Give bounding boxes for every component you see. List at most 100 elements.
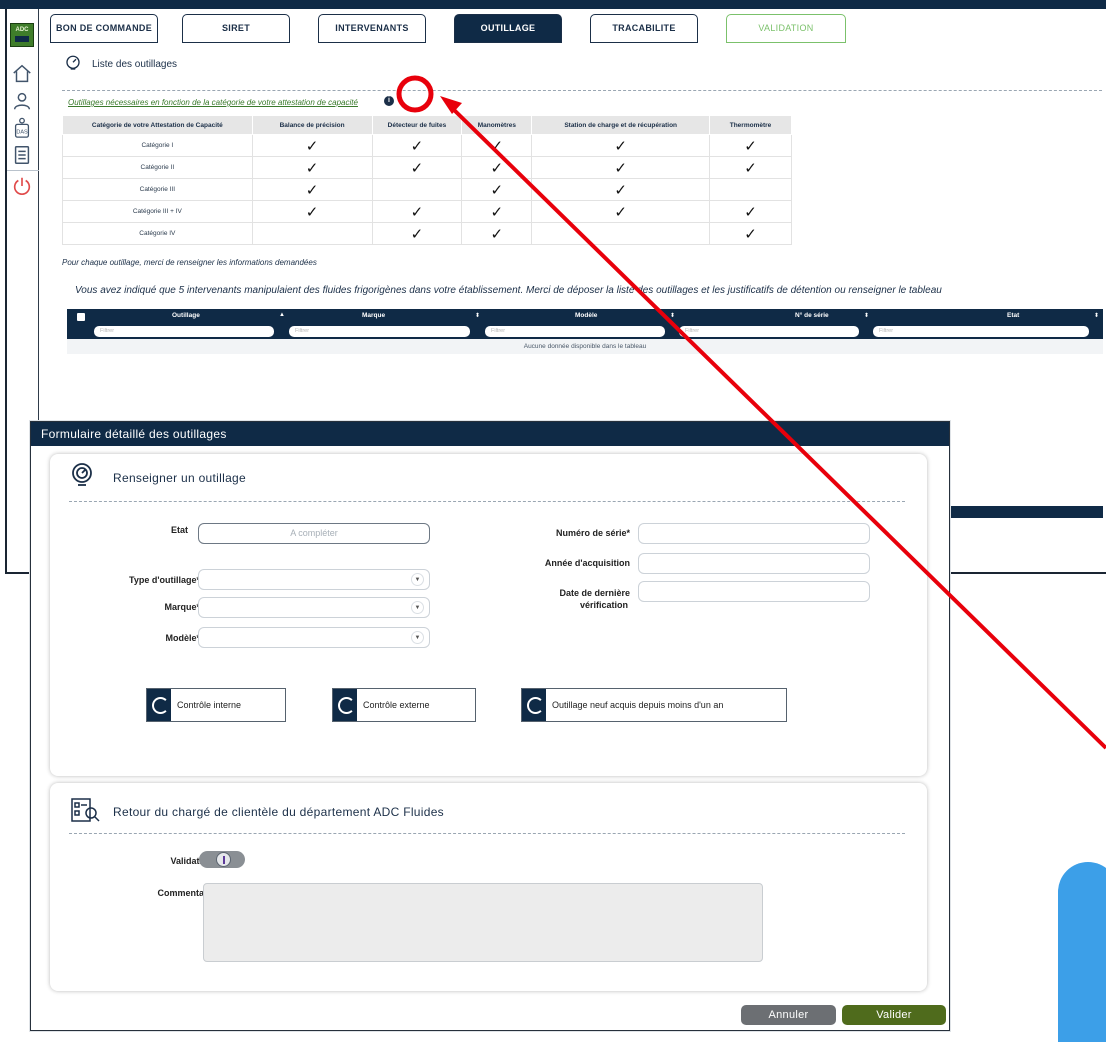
user-icon[interactable] [11, 90, 33, 112]
requirements-link[interactable]: Outillages nécessaires en fonction de la… [68, 98, 358, 107]
marque-select[interactable]: ▼ [198, 597, 430, 618]
check-icon: ✓ [709, 134, 792, 157]
checklist-search-icon [71, 798, 100, 822]
check-icon: ✓ [251, 200, 373, 223]
category-label: Catégorie III [62, 178, 253, 201]
column-header: Catégorie de votre Attestation de Capaci… [62, 115, 253, 135]
check-icon: ✓ [371, 222, 463, 245]
sort-icon[interactable]: ⬍ [670, 312, 675, 319]
check-icon: ✓ [461, 156, 533, 179]
sidebar-divider [7, 170, 39, 171]
users-bag-icon[interactable]: DAS [11, 117, 33, 139]
column-serie[interactable]: N° de série [795, 312, 829, 319]
category-row: Catégorie III ✓ ✓ ✓ [62, 178, 792, 201]
empty-cell [531, 222, 711, 245]
tab-tracabilite[interactable]: TRACABILITE [590, 14, 698, 43]
column-header: Manomètres [461, 115, 533, 135]
sort-icon[interactable]: ⬍ [1094, 312, 1099, 319]
modele-label: Modèle* [165, 633, 200, 643]
category-label: Catégorie I [62, 134, 253, 157]
column-header: Thermomètre [709, 115, 792, 135]
column-marque[interactable]: Marque [362, 312, 385, 319]
outillage-grid-header: Outillage ▲ Marque ⬍ Modèle ⬍ N° de séri… [67, 309, 1103, 339]
check-icon: ✓ [461, 222, 533, 245]
check-icon: ✓ [531, 156, 711, 179]
validation-switch[interactable] [199, 851, 245, 868]
filter-serie-input[interactable]: Filtrer [679, 326, 859, 337]
type-label: Type d'outillage* [129, 575, 200, 585]
document-icon[interactable] [11, 144, 33, 166]
check-icon: ✓ [709, 156, 792, 179]
filter-etat-input[interactable]: Filtrer [873, 326, 1089, 337]
chevron-down-icon: ▼ [411, 631, 424, 644]
category-label: Catégorie IV [62, 222, 253, 245]
chevron-down-icon: ▼ [411, 573, 424, 586]
check-icon: ✓ [709, 222, 792, 245]
column-header: Détecteur de fuites [371, 115, 463, 135]
power-icon[interactable] [11, 175, 33, 197]
marque-label: Marque* [164, 602, 200, 612]
verification-label: Date de dernière [559, 588, 630, 598]
tab-outillage[interactable]: OUTILLAGE [454, 14, 562, 43]
gauge-icon [66, 55, 80, 70]
validation-label: Validation [170, 856, 213, 866]
comment-textarea[interactable] [203, 883, 763, 962]
filter-outillage-input[interactable]: Filtrer [94, 326, 274, 337]
check-icon: ✓ [251, 178, 373, 201]
empty-cell [251, 222, 373, 245]
category-row: Catégorie IV ✓ ✓ ✓ [62, 222, 792, 245]
sort-asc-icon[interactable]: ▲ [279, 312, 285, 318]
outillage-neuf-toggle[interactable]: Outillage neuf acquis depuis moins d'un … [521, 688, 787, 722]
category-label: Catégorie III + IV [62, 200, 253, 223]
annee-input[interactable] [638, 553, 870, 574]
empty-cell [709, 178, 792, 201]
sort-icon[interactable]: ⬍ [475, 312, 480, 319]
modal-title: Formulaire détaillé des outillages [31, 422, 949, 446]
column-outillage[interactable]: Outillage [172, 312, 200, 319]
empty-table-message: Aucune donnée disponible dans le tableau [67, 339, 1103, 354]
home-icon[interactable] [11, 63, 33, 85]
category-table: Catégorie de votre Attestation de Capaci… [62, 115, 792, 245]
column-modele[interactable]: Modèle [575, 312, 597, 319]
category-label: Catégorie II [62, 156, 253, 179]
select-all-checkbox[interactable] [77, 313, 85, 321]
sort-icon[interactable]: ⬍ [864, 312, 869, 319]
tab-bon-de-commande[interactable]: BON DE COMMANDE [50, 14, 158, 43]
category-row: Catégorie I ✓ ✓ ✓ ✓ ✓ [62, 134, 792, 157]
category-row: Catégorie III + IV ✓ ✓ ✓ ✓ ✓ [62, 200, 792, 223]
check-icon: ✓ [531, 178, 711, 201]
outillage-detail-modal: Formulaire détaillé des outillages Rense… [30, 421, 950, 1031]
annee-label: Année d'acquisition [544, 558, 630, 568]
tab-validation[interactable]: VALIDATION [726, 14, 846, 43]
column-etat[interactable]: Etat [1007, 312, 1019, 319]
check-icon: ✓ [251, 134, 373, 157]
serie-input[interactable] [638, 523, 870, 544]
check-icon: ✓ [371, 200, 463, 223]
validate-button[interactable]: Valider [842, 1005, 946, 1025]
category-table-body: Catégorie I ✓ ✓ ✓ ✓ ✓ Catégorie II ✓ ✓ ✓ ✓ ✓ Catégor… [62, 134, 792, 245]
tab-intervenants[interactable]: INTERVENANTS [318, 14, 426, 43]
controle-externe-toggle[interactable]: Contrôle externe [332, 688, 476, 722]
check-icon: ✓ [371, 134, 463, 157]
check-icon: ✓ [709, 200, 792, 223]
etat-label: Etat [170, 525, 188, 535]
adc-logo: ADC [10, 23, 34, 47]
check-icon: ✓ [461, 134, 533, 157]
controle-interne-toggle[interactable]: Contrôle interne [146, 688, 286, 722]
filter-marque-input[interactable]: Filtrer [289, 326, 470, 337]
divider [62, 90, 1102, 91]
empty-cell [371, 178, 463, 201]
column-header: Station de charge et de récupération [531, 115, 711, 135]
info-icon[interactable]: i [384, 96, 394, 106]
divider [69, 501, 905, 502]
comment-label: Commentaire [157, 888, 215, 898]
verification-date-input[interactable] [638, 581, 870, 602]
cancel-button[interactable]: Annuler [741, 1005, 836, 1025]
filter-modele-input[interactable]: Filtrer [485, 326, 665, 337]
check-icon: ✓ [531, 200, 711, 223]
etat-field[interactable]: A compléter [198, 523, 430, 544]
type-select[interactable]: ▼ [198, 569, 430, 590]
top-banner [0, 0, 1106, 9]
tab-siret[interactable]: SIRET [182, 14, 290, 43]
modele-select[interactable]: ▼ [198, 627, 430, 648]
